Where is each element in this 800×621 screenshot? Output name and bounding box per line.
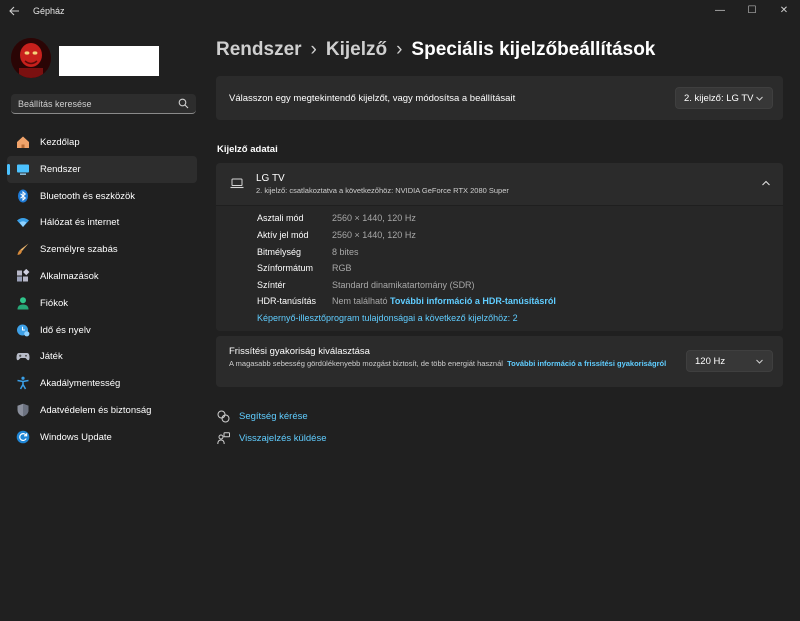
refresh-rate-title: Frissítési gyakoriság kiválasztása [229,346,370,357]
sidebar-item-label: Hálózat és internet [40,217,120,229]
search-input[interactable] [18,97,178,110]
chevron-down-icon [755,94,764,103]
sidebar-item-label: Alkalmazások [40,270,99,282]
display-name: LG TV [256,173,285,184]
sidebar-item-label: Kezdőlap [40,137,80,148]
info-value-with-link: Nem található További információ a HDR-t… [332,296,556,306]
sidebar-item-bluetooth[interactable]: Bluetooth és eszközök [7,183,197,210]
monitor-dropdown-value: 2. kijelző: LG TV [684,93,754,104]
sidebar-item-label: Rendszer [40,163,81,175]
update-icon [16,430,30,444]
minimize-button[interactable]: — [704,0,736,22]
help-chat-icon [217,410,230,423]
person-icon [16,296,30,310]
sidebar-nav: Kezdőlap Rendszer Bluetooth és eszközök … [7,129,197,451]
sidebar-item-label: Bluetooth és eszközök [40,190,136,202]
sidebar-item-label: Akadálymentesség [40,378,121,390]
monitor-select-label: Válasszon egy megtekintendő kijelzőt, va… [229,93,516,104]
info-key: Asztali mód [257,213,304,223]
clock-globe-icon [16,323,30,337]
info-key: Színtér [257,280,286,290]
sidebar-item-label: Személyre szabás [40,244,118,256]
info-key: Aktív jel mód [257,230,309,240]
refresh-rate-info-link[interactable]: További információ a frissítési gyakoris… [507,359,666,368]
chevron-up-icon[interactable] [761,179,771,187]
info-key: Bitmélység [257,247,302,257]
refresh-rate-value: 120 Hz [695,356,726,367]
sidebar-item-system[interactable]: Rendszer [7,155,197,183]
info-value: 2560 × 1440, 120 Hz [332,213,416,223]
brush-icon [16,242,30,256]
laptop-icon [230,177,244,189]
display-subtitle: 2. kijelző: csatlakoztatva a következőhö… [256,186,509,195]
shield-icon [16,403,30,417]
avatar[interactable] [11,38,51,78]
maximize-button[interactable]: ☐ [736,0,768,22]
adapter-properties-link[interactable]: Képernyő-illesztőprogram tulajdonságai a… [257,313,518,323]
bluetooth-icon [16,189,30,203]
sidebar-item-windows-update[interactable]: Windows Update [7,424,197,451]
info-value: 8 bites [332,247,359,257]
feedback-label: Visszajelzés küldése [239,433,327,444]
back-arrow-icon[interactable] [8,5,22,17]
title-bar: Gépház — ☐ ✕ [0,0,800,22]
sidebar-item-network[interactable]: Hálózat és internet [7,209,197,236]
breadcrumb-separator: › [396,39,403,60]
display-info-card: LG TV 2. kijelző: csatlakoztatva a követ… [216,163,783,331]
breadcrumb-separator: › [310,39,317,60]
sidebar-item-label: Adatvédelem és biztonság [40,404,152,416]
info-key: Színformátum [257,263,314,273]
account-name-box [59,46,159,76]
info-value: 2560 × 1440, 120 Hz [332,230,416,240]
breadcrumb-system[interactable]: Rendszer [216,39,302,60]
system-icon [16,162,30,176]
sidebar-item-accounts[interactable]: Fiókok [7,290,197,317]
sidebar-item-apps[interactable]: Alkalmazások [7,263,197,290]
info-value: Standard dinamikatartomány (SDR) [332,280,475,290]
sidebar-item-home[interactable]: Kezdőlap [7,129,197,156]
breadcrumb: Rendszer › Kijelző › Speciális kijelzőbeállí… [216,39,655,61]
home-icon [16,135,30,149]
breadcrumb-display[interactable]: Kijelző [326,39,387,60]
info-value: RGB [332,263,352,273]
sidebar-item-label: Idő és nyelv [40,324,91,336]
app-title: Gépház [33,6,65,16]
accessibility-icon [16,376,30,390]
sidebar-item-label: Fiókok [40,297,68,309]
sidebar-item-privacy[interactable]: Adatvédelem és biztonság [7,397,197,424]
sidebar-item-gaming[interactable]: Játék [7,343,197,370]
monitor-dropdown[interactable]: 2. kijelző: LG TV [675,87,773,109]
refresh-rate-description: A magasabb sebesség gördülékenyebb mozgá… [229,359,669,369]
page-title: Speciális kijelzőbeállítások [411,39,656,60]
settings-search[interactable] [11,94,196,114]
sidebar-item-personalization[interactable]: Személyre szabás [7,236,197,263]
refresh-rate-desc-text: A magasabb sebesség gördülékenyebb mozgá… [229,359,503,368]
info-value: Nem található [332,296,388,306]
gamepad-icon [16,349,30,363]
apps-icon [16,268,30,283]
display-info-section-title: Kijelző adatai [217,144,278,155]
close-button[interactable]: ✕ [768,0,800,22]
info-key: HDR-tanúsítás [257,296,317,306]
get-help-label: Segítség kérése [239,411,308,422]
refresh-rate-dropdown[interactable]: 120 Hz [686,350,773,372]
sidebar-item-accessibility[interactable]: Akadálymentesség [7,370,197,397]
search-icon[interactable] [178,98,189,109]
chevron-down-icon [755,357,764,366]
sidebar-item-label: Windows Update [40,431,112,443]
display-info-details: Asztali mód 2560 × 1440, 120 Hz Aktív je… [216,206,783,331]
wifi-icon [16,215,30,229]
sidebar-item-label: Játék [40,351,63,363]
feedback-icon [217,432,230,445]
display-info-header[interactable]: LG TV 2. kijelző: csatlakoztatva a követ… [216,163,783,206]
sidebar-item-time-language[interactable]: Idő és nyelv [7,317,197,344]
hdr-info-link[interactable]: További információ a HDR-tanúsításról [390,296,556,306]
